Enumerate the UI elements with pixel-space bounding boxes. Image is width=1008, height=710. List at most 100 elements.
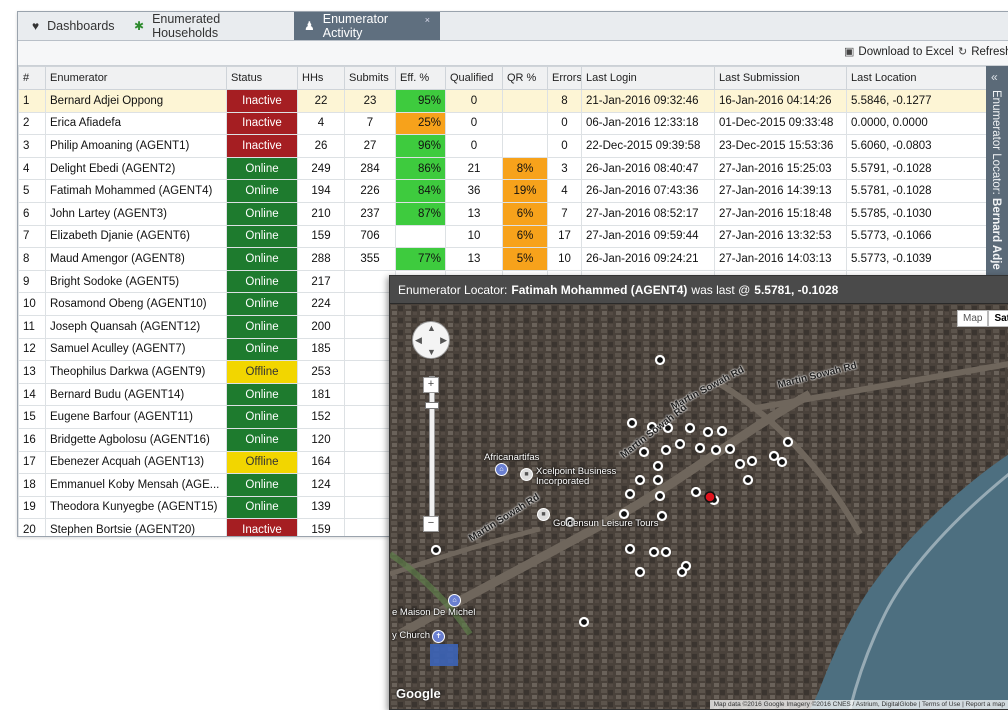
row-number: 20 <box>18 518 46 536</box>
status-badge: Inactive <box>226 134 298 158</box>
enumerator-name: Eugene Barfour (AGENT11) <box>45 405 227 429</box>
table-row[interactable]: 8 Maud Amengor (AGENT8) Online 288 355 77% 13 5… <box>18 247 987 271</box>
location-marker[interactable] <box>648 546 660 558</box>
column-header[interactable]: Last Location <box>846 66 987 90</box>
close-icon[interactable]: × <box>425 15 430 25</box>
location-marker[interactable] <box>684 422 696 434</box>
row-number: 4 <box>18 156 46 181</box>
last-submission: 27-Jan-2016 15:25:03 <box>714 156 847 181</box>
pan-up-icon[interactable]: ▲ <box>427 323 436 333</box>
table-row[interactable]: 5 Fatimah Mohammed (AGENT4) Online 194 226 84… <box>18 179 987 203</box>
enumerator-name: Fatimah Mohammed (AGENT4) <box>45 179 227 203</box>
satellite-imagery[interactable] <box>390 304 1008 709</box>
tab-enumerated-households[interactable]: ✱ Enumerated Households <box>124 12 294 40</box>
person-icon: ♟ <box>304 19 315 33</box>
column-header[interactable]: Qualified <box>445 66 503 90</box>
enumerator-name: Rosamond Obeng (AGENT10) <box>45 292 227 316</box>
location-marker[interactable] <box>710 444 722 456</box>
enumerator-name: Erica Afiadefa <box>45 111 227 136</box>
row-number: 1 <box>18 89 46 113</box>
location-marker[interactable] <box>776 456 788 468</box>
column-header[interactable]: QR % <box>502 66 548 90</box>
table-row[interactable]: 1 Bernard Adjei Oppong Inactive 22 23 95% 0 8 21… <box>18 89 987 113</box>
qualified-value: 13 <box>445 247 503 271</box>
row-number: 10 <box>18 292 46 316</box>
location-marker[interactable] <box>652 460 664 472</box>
table-row[interactable]: 3 Philip Amoaning (AGENT1) Inactive 26 27 96%… <box>18 134 987 158</box>
map-type-map-button[interactable]: Map <box>957 310 989 327</box>
pan-right-icon[interactable]: ▶ <box>440 335 447 346</box>
location-marker[interactable] <box>654 354 666 366</box>
location-marker[interactable] <box>638 446 650 458</box>
column-header[interactable]: Submits <box>344 66 396 90</box>
column-header[interactable]: Last Submission <box>714 66 847 90</box>
column-header[interactable]: Eff. % <box>395 66 446 90</box>
place-icon: ⌂ <box>495 463 508 476</box>
column-header[interactable]: Status <box>226 66 298 90</box>
location-marker[interactable] <box>660 444 672 456</box>
column-header[interactable]: # <box>18 66 46 90</box>
location-marker[interactable] <box>746 455 758 467</box>
location-marker[interactable] <box>782 436 794 448</box>
location-marker[interactable] <box>634 474 646 486</box>
location-marker[interactable] <box>660 546 672 558</box>
location-marker[interactable] <box>676 566 688 578</box>
zoom-in-button[interactable]: + <box>423 377 439 393</box>
last-location: 5.5781, -0.1028 <box>846 179 987 203</box>
table-row[interactable]: 6 John Lartey (AGENT3) Online 210 237 87% 13 6%… <box>18 201 987 226</box>
map-title-name: Fatimah Mohammed (AGENT4) <box>511 282 688 297</box>
pan-control[interactable]: ▲ ▼ ◀ ▶ <box>412 321 450 359</box>
column-header[interactable]: Errors <box>547 66 582 90</box>
location-marker[interactable] <box>768 450 780 462</box>
collapse-icon[interactable]: « <box>991 70 998 84</box>
location-marker[interactable] <box>578 616 590 628</box>
last-submission: 16-Jan-2016 04:14:26 <box>714 89 847 113</box>
location-marker[interactable] <box>702 426 714 438</box>
map-type-satellite-button[interactable]: Satel <box>988 310 1008 327</box>
zoom-slider-thumb[interactable] <box>425 402 439 409</box>
submits-value: 27 <box>344 134 396 158</box>
pan-left-icon[interactable]: ◀ <box>415 335 422 346</box>
table-row[interactable]: 4 Delight Ebedi (AGENT2) Online 249 284 86% 21… <box>18 156 987 181</box>
column-header[interactable]: HHs <box>297 66 345 90</box>
zoom-out-button[interactable]: − <box>423 516 439 532</box>
location-marker[interactable] <box>734 458 746 470</box>
refresh-button[interactable]: ↻ Refresh <box>958 45 1008 59</box>
location-marker[interactable] <box>652 474 664 486</box>
tab-label: Enumerator Activity <box>322 12 389 40</box>
qualified-value: 36 <box>445 179 503 203</box>
tab-enumerator-activity[interactable]: ♟ Enumerator Activity × <box>294 12 440 40</box>
location-marker[interactable] <box>626 417 638 429</box>
location-marker[interactable] <box>690 486 702 498</box>
enumerator-locator-map[interactable]: Enumerator Locator: Fatimah Mohammed (AG… <box>389 275 1008 710</box>
location-marker[interactable] <box>624 543 636 555</box>
map-title-coordinate: 5.5781, -0.1028 <box>754 282 839 297</box>
location-marker[interactable] <box>724 443 736 455</box>
column-header[interactable]: Last Login <box>581 66 715 90</box>
submits-value: 355 <box>344 247 396 271</box>
location-marker[interactable] <box>618 508 630 520</box>
status-badge: Online <box>226 427 298 452</box>
selected-location-marker[interactable] <box>704 491 716 503</box>
location-marker[interactable] <box>742 474 754 486</box>
location-marker[interactable] <box>716 425 728 437</box>
location-marker[interactable] <box>624 488 636 500</box>
column-header[interactable]: Enumerator <box>45 66 227 90</box>
table-row[interactable]: 7 Elizabeth Djanie (AGENT6) Online 159 706 10… <box>18 224 987 249</box>
download-excel-button[interactable]: ▣ Download to Excel <box>844 45 954 59</box>
hhs-value: 181 <box>297 382 345 407</box>
location-marker[interactable] <box>634 566 646 578</box>
tab-dashboards[interactable]: ♥ Dashboards <box>22 12 122 40</box>
pan-down-icon[interactable]: ▼ <box>427 347 436 357</box>
hhs-value: 200 <box>297 314 345 339</box>
row-number: 7 <box>18 224 46 249</box>
table-row[interactable]: 2 Erica Afiadefa Inactive 4 7 25% 0 0 06-Jan-201… <box>18 111 987 136</box>
enumerator-name: Maud Amengor (AGENT8) <box>45 247 227 271</box>
tab-bar: ♥ Dashboards ✱ Enumerated Households ♟ E… <box>18 12 1008 41</box>
zoom-slider-track[interactable] <box>429 376 435 523</box>
location-marker[interactable] <box>654 490 666 502</box>
location-marker[interactable] <box>656 510 668 522</box>
location-marker[interactable] <box>674 438 686 450</box>
location-marker[interactable] <box>694 442 706 454</box>
location-marker[interactable] <box>430 544 442 556</box>
